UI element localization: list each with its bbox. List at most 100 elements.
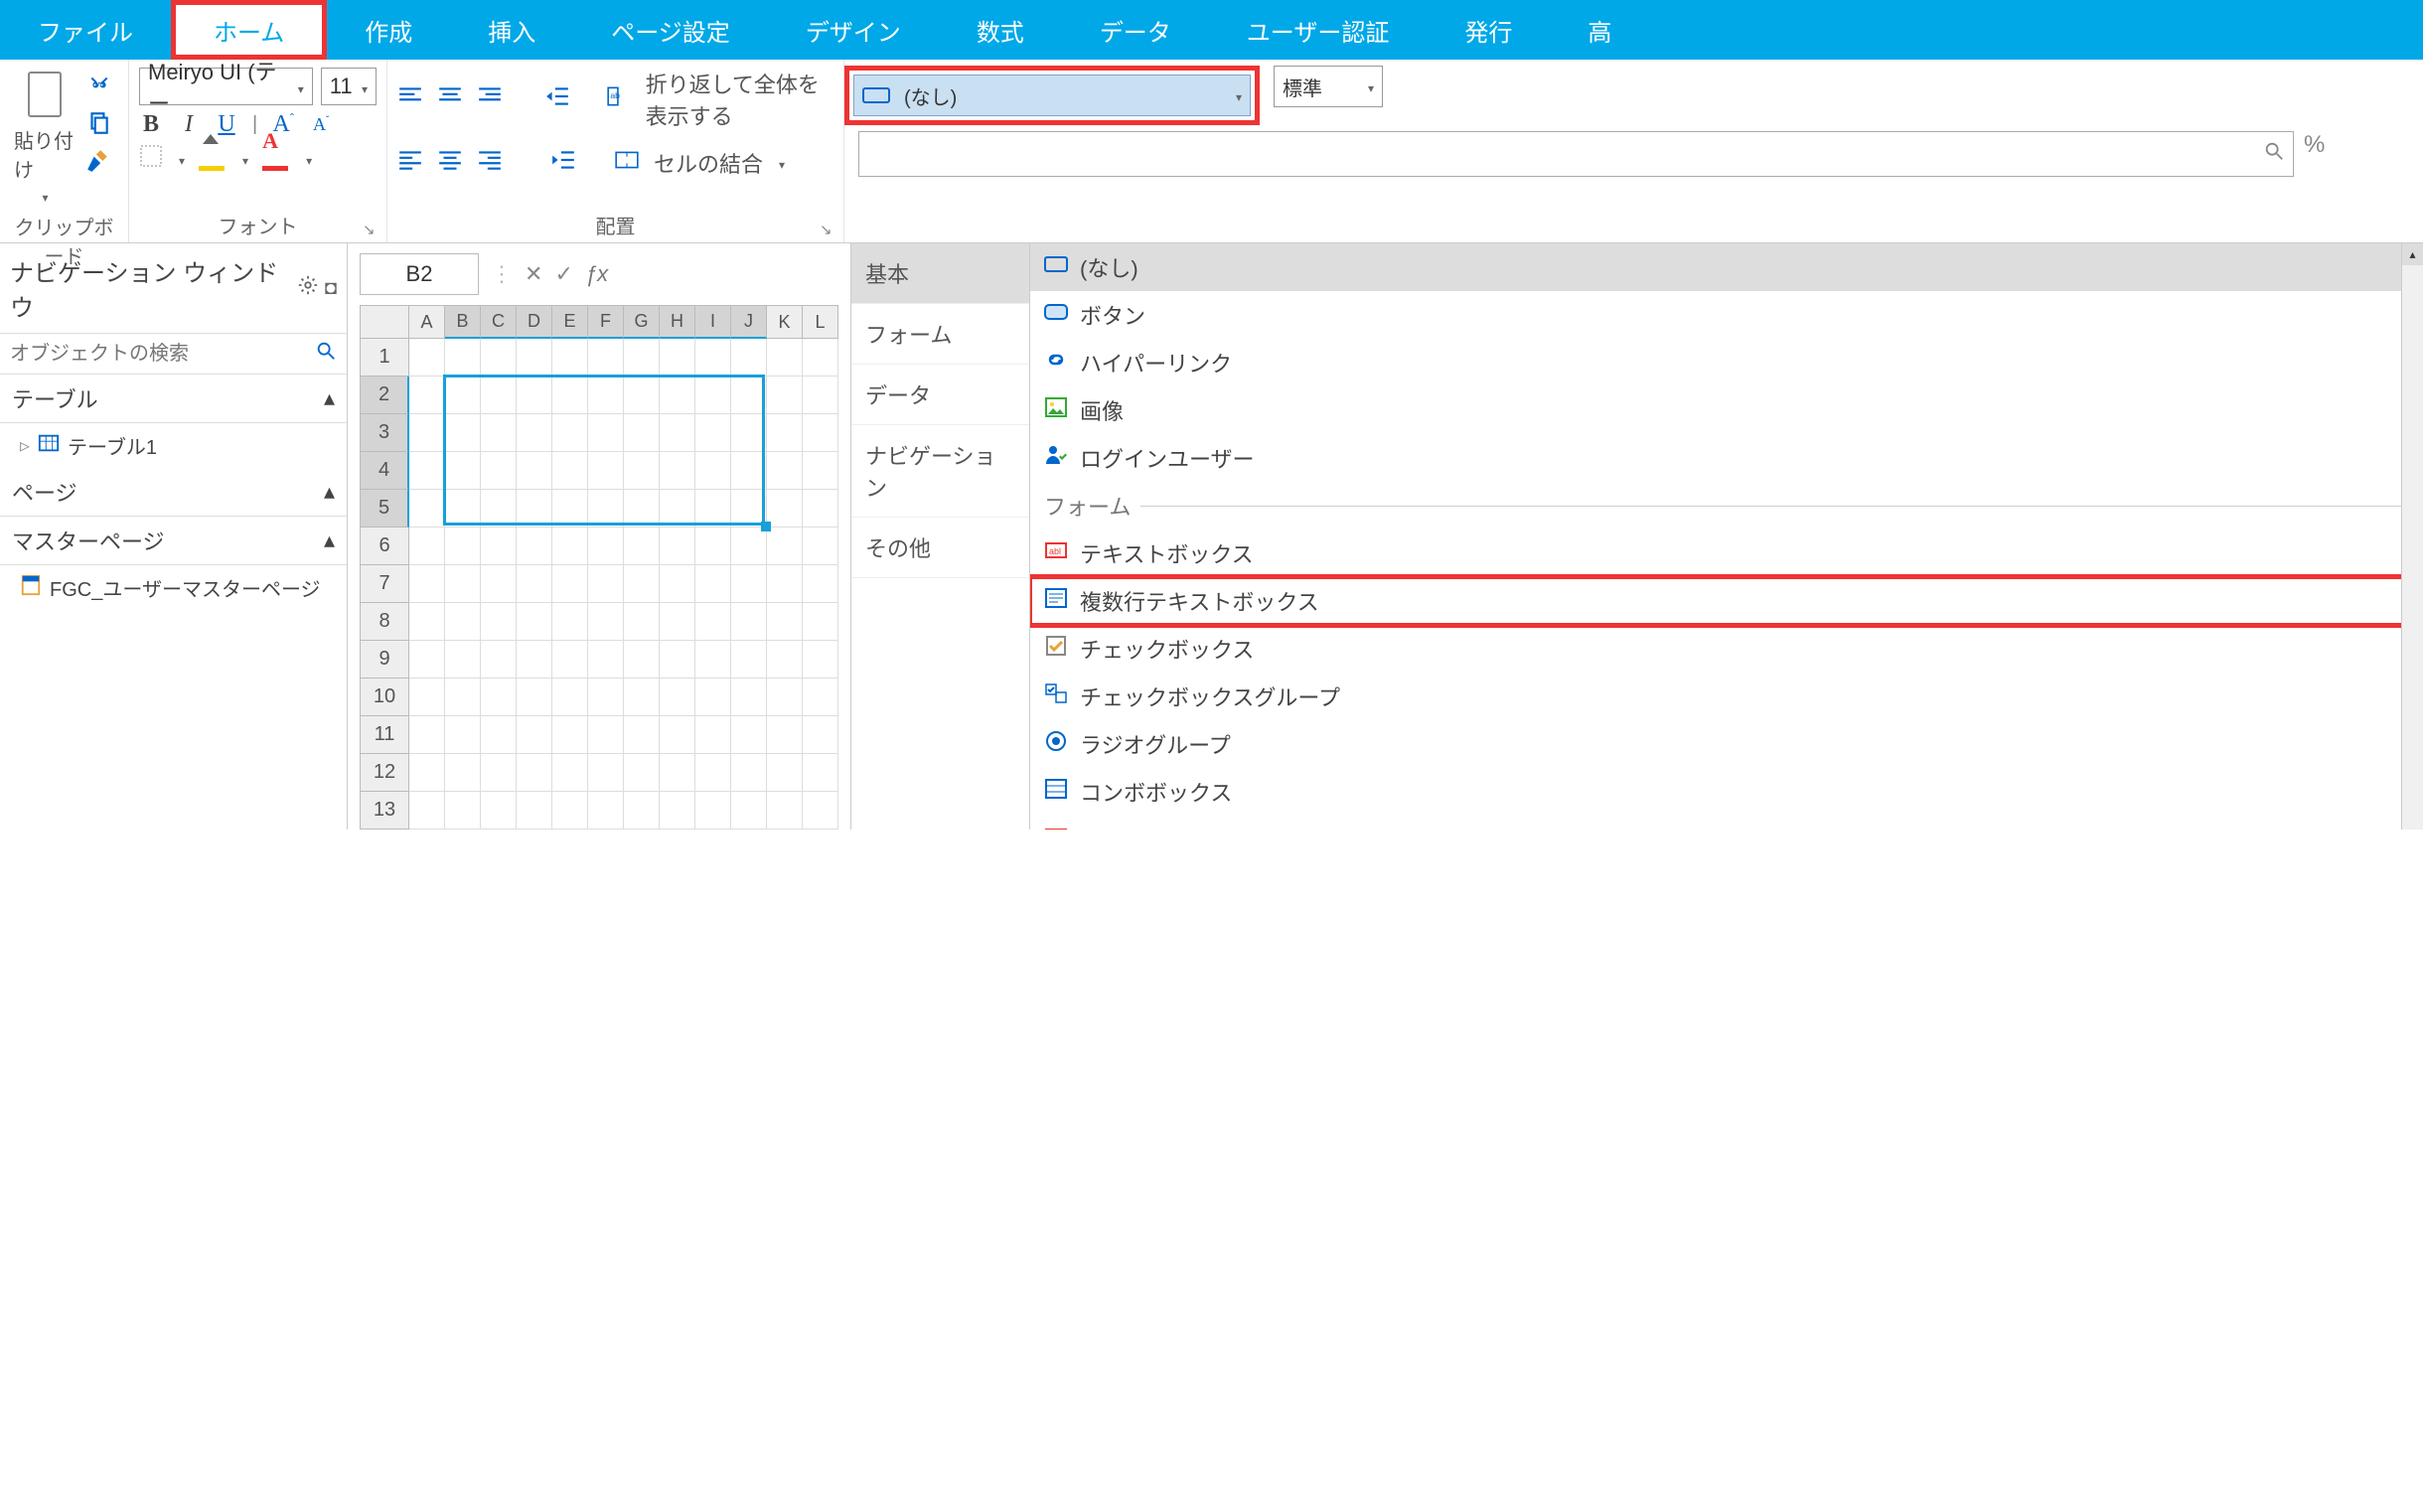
cell[interactable] — [624, 603, 660, 641]
cell[interactable] — [731, 414, 767, 452]
outdent-icon[interactable] — [544, 85, 570, 113]
cell[interactable] — [695, 716, 731, 754]
cell[interactable] — [588, 490, 624, 528]
cell[interactable] — [767, 754, 803, 792]
menu-page-settings[interactable]: ページ設定 — [573, 0, 768, 60]
cell[interactable] — [803, 490, 838, 528]
cell[interactable] — [803, 603, 838, 641]
col-header[interactable]: D — [517, 305, 552, 339]
cell[interactable] — [731, 528, 767, 565]
shrink-font-icon[interactable]: Aˇ — [309, 114, 333, 135]
cell-reference-box[interactable]: B2 — [360, 253, 479, 295]
cell[interactable] — [409, 565, 445, 603]
cell[interactable] — [409, 377, 445, 414]
align-bottom-icon[interactable] — [477, 85, 503, 113]
element-list[interactable]: (なし)ボタンハイパーリンク画像ログインユーザーフォームablテキストボックス複… — [1030, 243, 2423, 830]
nav-tables-header[interactable]: テーブル▴ — [0, 375, 347, 423]
cat-form[interactable]: フォーム — [851, 304, 1029, 365]
cell[interactable] — [767, 792, 803, 830]
cell[interactable] — [409, 490, 445, 528]
cell[interactable] — [445, 679, 481, 716]
cell[interactable] — [660, 679, 695, 716]
cell[interactable] — [552, 603, 588, 641]
cell[interactable] — [481, 792, 517, 830]
search-icon[interactable] — [2263, 140, 2285, 168]
elem-item[interactable]: (なし) — [1030, 243, 2423, 291]
cell[interactable] — [767, 603, 803, 641]
cell[interactable] — [660, 716, 695, 754]
cell[interactable] — [552, 679, 588, 716]
cell[interactable] — [481, 603, 517, 641]
align-center-icon[interactable] — [437, 149, 463, 177]
cell[interactable] — [445, 452, 481, 490]
border-dropdown-icon[interactable] — [177, 148, 185, 171]
align-top-icon[interactable] — [397, 85, 423, 113]
cell[interactable] — [552, 565, 588, 603]
format-painter-icon[interactable] — [84, 147, 112, 175]
cell[interactable] — [624, 565, 660, 603]
cell[interactable] — [803, 377, 838, 414]
fx-icon[interactable]: ƒx — [585, 261, 608, 287]
cell[interactable] — [445, 754, 481, 792]
cell[interactable] — [731, 754, 767, 792]
scrollbar[interactable]: ▴ — [2401, 243, 2423, 830]
cell[interactable] — [409, 641, 445, 679]
menu-create[interactable]: 作成 — [327, 0, 450, 60]
cell[interactable] — [624, 754, 660, 792]
menu-data[interactable]: データ — [1062, 0, 1209, 60]
elem-item[interactable]: ラジオグループ — [1030, 720, 2423, 768]
cell[interactable] — [409, 754, 445, 792]
cell[interactable] — [588, 452, 624, 490]
cell[interactable] — [695, 528, 731, 565]
row-header[interactable]: 10 — [360, 679, 409, 716]
cell[interactable] — [552, 754, 588, 792]
cell[interactable] — [517, 339, 552, 377]
row-header[interactable]: 7 — [360, 565, 409, 603]
col-header[interactable]: I — [695, 305, 731, 339]
cell[interactable] — [517, 377, 552, 414]
cell[interactable] — [445, 414, 481, 452]
cell[interactable] — [695, 792, 731, 830]
cell[interactable] — [588, 641, 624, 679]
cell[interactable] — [517, 452, 552, 490]
percent-icon[interactable]: % — [2294, 125, 2423, 183]
font-name-combo[interactable]: Meiryo UI (テー — [139, 68, 313, 105]
menu-advanced[interactable]: 高 — [1550, 0, 1649, 60]
cell[interactable] — [624, 490, 660, 528]
cell[interactable] — [660, 490, 695, 528]
tree-item-table1[interactable]: ▹ テーブル1 — [0, 423, 347, 468]
fill-color-dropdown-icon[interactable] — [240, 148, 248, 171]
gear-icon[interactable] — [297, 274, 319, 303]
cell[interactable] — [588, 414, 624, 452]
cell[interactable] — [409, 414, 445, 452]
cell[interactable] — [624, 716, 660, 754]
col-header[interactable]: H — [660, 305, 695, 339]
cell[interactable] — [445, 792, 481, 830]
align-right-icon[interactable] — [477, 149, 503, 177]
cell[interactable] — [445, 528, 481, 565]
cell[interactable] — [695, 565, 731, 603]
cell[interactable] — [695, 452, 731, 490]
elem-item[interactable]: ログインユーザー — [1030, 434, 2423, 482]
cell[interactable] — [695, 679, 731, 716]
paste-label[interactable]: 貼り付け — [14, 125, 75, 183]
cell[interactable] — [767, 377, 803, 414]
cell[interactable] — [660, 754, 695, 792]
cell[interactable] — [767, 565, 803, 603]
cell[interactable] — [552, 490, 588, 528]
col-header[interactable]: L — [803, 305, 838, 339]
cell[interactable] — [517, 490, 552, 528]
cell[interactable] — [767, 716, 803, 754]
bold-button[interactable]: B — [139, 111, 163, 138]
accept-formula-icon[interactable]: ✓ — [554, 261, 572, 287]
cell[interactable] — [481, 528, 517, 565]
cell[interactable] — [588, 377, 624, 414]
cell[interactable] — [409, 339, 445, 377]
col-header[interactable]: F — [588, 305, 624, 339]
cell[interactable] — [552, 414, 588, 452]
cell[interactable] — [624, 528, 660, 565]
elem-item[interactable]: チェックボックスグループ — [1030, 673, 2423, 720]
cell[interactable] — [695, 339, 731, 377]
scroll-up-icon[interactable]: ▴ — [2402, 243, 2423, 265]
celltype-search[interactable] — [858, 131, 2294, 177]
